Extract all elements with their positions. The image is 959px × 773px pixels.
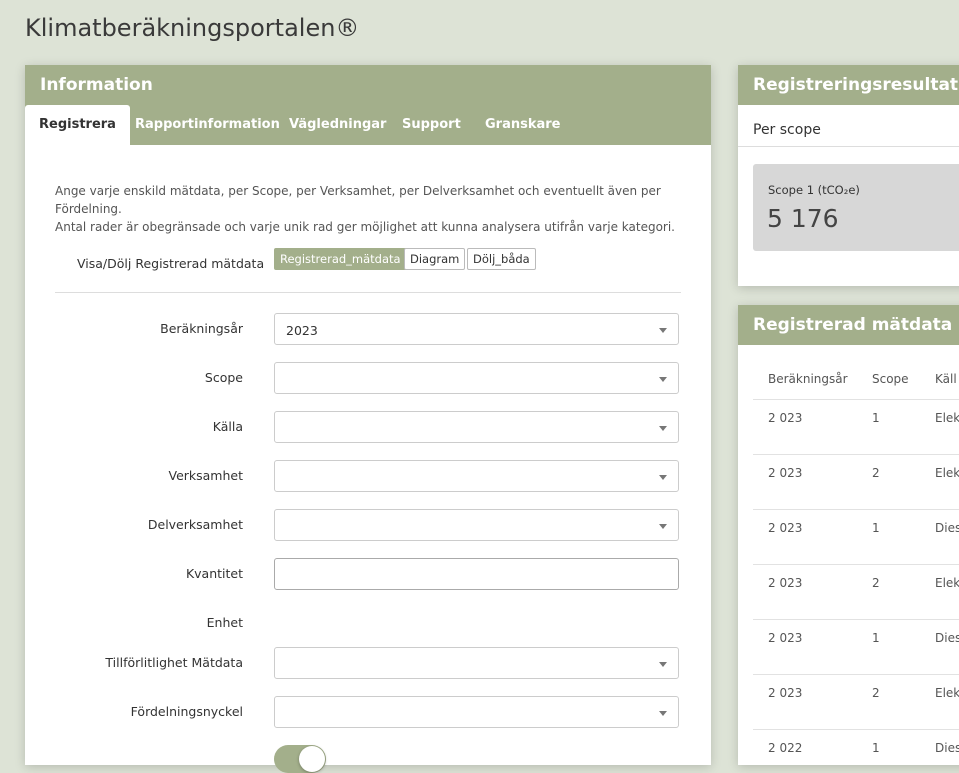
chevron-down-icon [659,662,667,667]
quantity-label: Kvantitet [185,566,243,581]
row-divider [753,729,959,730]
cell-scope: 1 [872,631,880,645]
scope-1-value: 5 176 [767,204,839,233]
cell-year: 2 023 [768,631,803,645]
business-select[interactable] [274,460,679,492]
column-header-source[interactable]: Käll [935,372,957,386]
cell-source: Elek [935,686,959,700]
reliability-select[interactable] [274,647,679,679]
cell-source: Elek [935,466,959,480]
scope-label: Scope [204,370,243,385]
toggle-switch-knob [299,746,325,772]
chevron-down-icon [659,328,667,333]
row-divider [753,564,959,565]
visa-dolj-label: Visa/Dölj Registrerad mätdata [77,256,265,271]
cell-scope: 2 [872,576,880,590]
tab-bar: Registrera Rapportinformation Vägledning… [25,105,711,145]
cell-scope: 1 [872,741,880,755]
reliability-label: Tillförlitlighet Mätdata [105,655,243,670]
scope-1-card: Scope 1 (tCO₂e) 5 176 [753,164,959,251]
cell-year: 2 022 [768,741,803,755]
row-divider [753,399,959,400]
unit-label: Enhet [206,615,243,630]
toggle-switch[interactable] [274,745,326,773]
year-select-value: 2023 [286,323,318,338]
distribution-label: Fördelningsnyckel [130,704,243,719]
cell-scope: 2 [872,686,880,700]
tab-granskare[interactable]: Granskare [485,105,561,145]
cell-scope: 1 [872,521,880,535]
diagram-toggle[interactable]: Diagram [404,248,466,270]
cell-year: 2 023 [768,411,803,425]
column-header-year[interactable]: Beräkningsår [768,372,848,386]
cell-source: Dies [935,631,959,645]
cell-source: Elek [935,411,959,425]
information-panel: Information Registrera Rapportinformatio… [25,65,711,773]
business-label: Verksamhet [168,468,243,483]
app-title: Klimatberäkningsportalen® [25,14,360,42]
chevron-down-icon [659,426,667,431]
intro-line-1: Ange varje enskild mätdata, per Scope, p… [55,184,661,216]
row-divider [753,674,959,675]
cell-source: Elek [935,576,959,590]
chevron-down-icon [659,475,667,480]
cell-scope: 1 [872,411,880,425]
cell-source: Dies [935,741,959,755]
cell-year: 2 023 [768,466,803,480]
row-divider [753,454,959,455]
row-divider [753,619,959,620]
tab-vagledningar[interactable]: Vägledningar [289,105,386,145]
year-select[interactable]: 2023 [274,313,679,345]
chevron-down-icon [659,377,667,382]
tab-rapportinformation[interactable]: Rapportinformation [135,105,280,145]
dolj-bada-toggle[interactable]: Dölj_båda [467,248,536,270]
subbusiness-label: Delverksamhet [147,517,243,532]
distribution-select[interactable] [274,696,679,728]
cell-year: 2 023 [768,521,803,535]
result-panel: Registreringsresultat Per scope Scope 1 … [738,65,959,286]
cell-source: Dies [935,521,959,535]
measure-panel: Registrerad mätdata Beräkningsår Scope K… [738,305,959,765]
scope-select[interactable] [274,362,679,394]
cell-year: 2 023 [768,686,803,700]
intro-text: Ange varje enskild mätdata, per Scope, p… [55,182,695,236]
cell-year: 2 023 [768,576,803,590]
per-scope-label: Per scope [753,122,821,138]
divider [738,146,959,147]
quantity-input[interactable] [274,558,679,590]
chevron-down-icon [659,711,667,716]
year-label: Beräkningsår [160,321,243,336]
source-label: Källa [212,419,243,434]
source-select[interactable] [274,411,679,443]
divider [55,292,681,293]
column-header-scope[interactable]: Scope [872,372,909,386]
chevron-down-icon [659,524,667,529]
information-panel-title: Information [25,65,711,105]
scope-1-label: Scope 1 (tCO₂e) [768,183,860,197]
subbusiness-select[interactable] [274,509,679,541]
result-panel-title: Registreringsresultat [738,65,959,105]
row-divider [753,509,959,510]
registrerad-matdata-toggle[interactable]: Registrerad_mätdata [274,248,407,270]
measure-panel-title: Registrerad mätdata [738,305,959,345]
tab-registrera[interactable]: Registrera [25,105,130,145]
tab-support[interactable]: Support [402,105,461,145]
cell-scope: 2 [872,466,880,480]
intro-line-2: Antal rader är obegränsade och varje uni… [55,220,675,234]
